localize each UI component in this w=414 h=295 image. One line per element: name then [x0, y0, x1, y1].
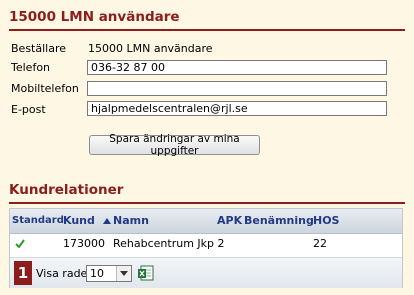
- column-apk[interactable]: APK: [217, 214, 242, 227]
- column-kund-label: Kund: [63, 214, 95, 227]
- phone-label: Telefon: [11, 61, 51, 74]
- email-field[interactable]: [87, 101, 387, 116]
- customer-relations-grid: Standard Kund Namn APK Benämning HOS 173…: [9, 208, 403, 288]
- phone-field[interactable]: [87, 60, 387, 75]
- page-number-badge[interactable]: 1: [14, 261, 32, 285]
- chevron-down-icon: [116, 266, 131, 281]
- orderer-value: 15000 LMN användare: [88, 42, 213, 55]
- user-section-title: 15000 LMN användare: [9, 9, 180, 25]
- email-label: E-post: [11, 103, 46, 116]
- row-kund: 173000: [63, 237, 105, 250]
- row-hos: 22: [313, 237, 327, 250]
- column-standard[interactable]: Standard: [12, 215, 64, 226]
- save-changes-button[interactable]: Spara ändringar av mina uppgifter: [89, 133, 260, 157]
- mobile-field[interactable]: [87, 81, 387, 96]
- column-hos[interactable]: HOS: [313, 214, 339, 227]
- mobile-label: Mobiltelefon: [11, 82, 79, 95]
- column-kund[interactable]: Kund: [63, 214, 111, 227]
- grid-footer: 1 Visa rader 10: [10, 257, 402, 288]
- section-divider: [9, 29, 405, 31]
- sort-ascending-icon: [102, 218, 111, 224]
- row-namn: Rehabcentrum Jkp 2: [113, 237, 225, 250]
- section-divider: [9, 202, 405, 204]
- standard-check-icon: [15, 238, 25, 251]
- column-benamning[interactable]: Benämning: [244, 214, 314, 227]
- orderer-label: Beställare: [11, 42, 66, 55]
- column-namn[interactable]: Namn: [113, 214, 149, 227]
- rows-per-page-select[interactable]: 10: [86, 265, 132, 282]
- relations-section-title: Kundrelationer: [9, 182, 124, 198]
- excel-export-icon[interactable]: [138, 265, 154, 284]
- grid-header: Standard Kund Namn APK Benämning HOS: [10, 209, 402, 234]
- rows-per-page-value: 10: [90, 267, 104, 280]
- rows-per-page-label: Visa rader: [36, 267, 92, 280]
